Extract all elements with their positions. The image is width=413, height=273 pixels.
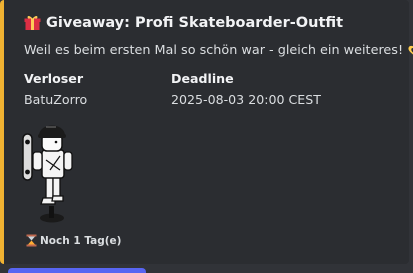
- gift-icon: [24, 16, 41, 30]
- embed-title: Giveaway: Profi Skateboarder-Outfit: [46, 14, 344, 31]
- embed-description: Weil es beim ersten Mal so schön war - g…: [24, 43, 404, 58]
- field-name-deadline: Deadline: [171, 71, 234, 86]
- embed-description-row: Weil es beim ersten Mal so schön war - g…: [24, 43, 413, 58]
- hourglass-icon: [26, 234, 37, 247]
- embed-footer-text: Noch 1 Tag(e): [40, 234, 122, 247]
- field-name-verloser: Verloser: [24, 71, 84, 86]
- field-value-deadline: 2025-08-03 20:00 CEST: [171, 92, 321, 107]
- heart-hands-icon: [408, 45, 413, 54]
- embed-footer: Noch 1 Tag(e): [26, 234, 121, 247]
- skateboarder-avatar-icon[interactable]: [20, 118, 80, 228]
- field-value-verloser: BatuZorro: [24, 92, 88, 107]
- giveaway-embed: Giveaway: Profi Skateboarder-Outfit Weil…: [0, 0, 413, 264]
- bottom-strip: [8, 268, 146, 273]
- embed-title-row: Giveaway: Profi Skateboarder-Outfit: [24, 14, 343, 31]
